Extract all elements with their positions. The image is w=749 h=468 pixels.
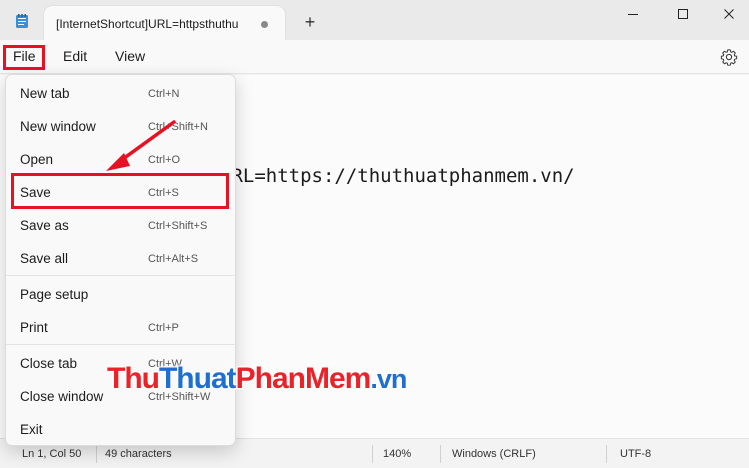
menu-item-label: Exit — [20, 422, 43, 437]
menu-item-shortcut: Ctrl+Shift+S — [148, 220, 208, 232]
menu-separator — [6, 275, 235, 276]
maximize-icon — [678, 9, 688, 19]
status-line-ending[interactable]: Windows (CRLF) — [452, 448, 536, 460]
minimize-button[interactable] — [610, 0, 656, 28]
editor-content[interactable]: URL=https://thuthuatphanmem.vn/ — [220, 165, 575, 187]
menu-item-label: Page setup — [20, 287, 89, 302]
menu-item-new-tab[interactable]: New tab Ctrl+N — [6, 78, 235, 108]
menu-separator — [6, 344, 235, 345]
menu-view[interactable]: View — [115, 48, 145, 64]
menu-item-label: Open — [20, 152, 54, 167]
menu-item-label: Close tab — [20, 356, 78, 371]
menu-item-exit[interactable]: Exit — [6, 414, 235, 444]
menu-item-shortcut: Ctrl+P — [148, 322, 179, 334]
unsaved-dot-icon[interactable] — [261, 21, 268, 28]
menu-item-save-as[interactable]: Save as Ctrl+Shift+S — [6, 210, 235, 240]
close-window-button[interactable] — [706, 0, 749, 28]
notepad-icon — [14, 13, 30, 29]
menu-item-label: Close window — [20, 389, 104, 404]
watermark-logo: ThuThuatPhanMem.vn — [107, 362, 407, 395]
menu-item-label: Save all — [20, 251, 69, 266]
file-menu-highlight — [3, 45, 45, 70]
tab-title: [InternetShortcut]URL=httpsthuthu — [56, 17, 239, 31]
menu-item-page-setup[interactable]: Page setup — [6, 279, 235, 309]
gear-icon[interactable] — [720, 48, 738, 66]
tab-document[interactable]: [InternetShortcut]URL=httpsthuthu — [44, 6, 285, 40]
status-character-count: 49 characters — [105, 448, 172, 460]
menu-item-save-all[interactable]: Save all Ctrl+Alt+S — [6, 243, 235, 273]
menu-bar: File Edit View — [0, 40, 749, 74]
menu-item-label: New window — [20, 119, 96, 134]
save-highlight — [11, 173, 229, 209]
menu-item-shortcut: Ctrl+Alt+S — [148, 253, 199, 265]
maximize-button[interactable] — [660, 0, 706, 28]
menu-item-label: New tab — [20, 86, 70, 101]
minimize-icon — [628, 14, 638, 15]
menu-edit[interactable]: Edit — [63, 48, 87, 64]
menu-item-label: Save as — [20, 218, 69, 233]
new-tab-button[interactable]: + — [298, 11, 322, 35]
pointer-arrow-icon — [106, 120, 176, 171]
status-cursor-position[interactable]: Ln 1, Col 50 — [22, 448, 81, 460]
menu-item-shortcut: Ctrl+N — [148, 88, 180, 100]
menu-item-label: Print — [20, 320, 48, 335]
menu-item-print[interactable]: Print Ctrl+P — [6, 312, 235, 342]
status-zoom[interactable]: 140% — [383, 448, 411, 460]
close-icon — [724, 9, 734, 19]
status-encoding[interactable]: UTF-8 — [620, 448, 651, 460]
title-bar: [InternetShortcut]URL=httpsthuthu + — [0, 0, 749, 40]
